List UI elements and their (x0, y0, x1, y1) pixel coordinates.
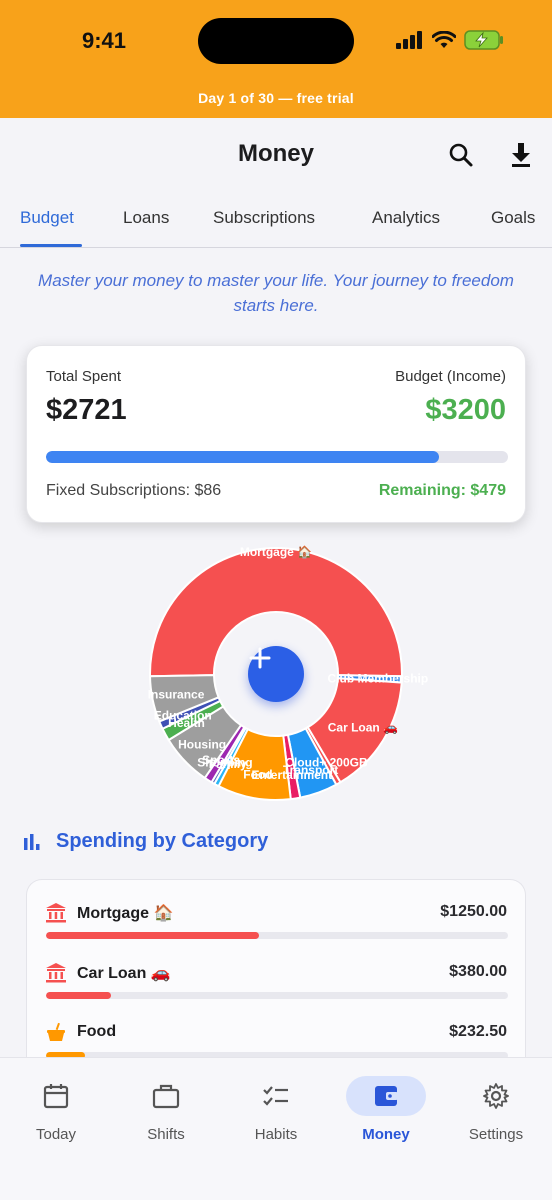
status-bar: 9:41 Day 1 of 30 — free trial (0, 0, 552, 118)
donut-slice-label: Insurance (148, 687, 205, 701)
nav-shifts[interactable]: Shifts (116, 1076, 216, 1143)
wifi-icon (432, 31, 456, 48)
bottom-navigation: Today Shifts Habits Money Settings (0, 1057, 552, 1200)
donut-slice-label: Sports (202, 753, 240, 767)
category-name: Food (77, 1023, 117, 1040)
category-name: Car Loan 🚗 (77, 965, 171, 982)
category-bar-track (46, 992, 508, 999)
section-title: Spending by Category (56, 830, 269, 852)
spending-donut: Mortgage 🏠 Club Membership Car Loan 🚗 Cloud… (0, 540, 552, 830)
checklist-icon (236, 1076, 316, 1116)
tagline: Master your money to master your life. Y… (38, 271, 514, 315)
nav-label: Money (362, 1126, 410, 1143)
tab-subscriptions[interactable]: Subscriptions (213, 208, 315, 228)
total-spent-label: Total Spent (46, 368, 122, 385)
category-row[interactable]: Mortgage 🏠 $1250.00 (27, 880, 525, 940)
tab-loans[interactable]: Loans (123, 208, 169, 228)
search-icon[interactable] (446, 140, 476, 170)
nav-money[interactable]: Money (336, 1076, 436, 1143)
signal-icon (396, 31, 422, 49)
download-icon[interactable] (506, 140, 536, 170)
category-amount: $232.50 (449, 1023, 507, 1040)
active-tab-indicator (20, 244, 82, 247)
nav-settings[interactable]: Settings (446, 1076, 546, 1143)
trial-banner: Day 1 of 30 — free trial (198, 90, 354, 106)
donut-slice-label: Housing (178, 737, 226, 751)
nav-today[interactable]: Today (6, 1076, 106, 1143)
status-time: 9:41 (82, 28, 127, 53)
nav-label: Shifts (147, 1126, 185, 1143)
category-row[interactable]: Food $232.50 (27, 1000, 525, 1057)
bank-icon (46, 903, 66, 923)
fixed-subscriptions-text: Fixed Subscriptions: $86 (46, 482, 222, 499)
app-header: Money (0, 118, 552, 194)
category-amount: $1250.00 (440, 903, 507, 920)
donut-slice-label: Education (154, 708, 212, 722)
category-name: Mortgage 🏠 (77, 905, 174, 922)
tab-bar: Budget Loans Subscriptions Analytics Goa… (0, 194, 552, 248)
food-icon (47, 1022, 65, 1041)
calendar-icon (16, 1076, 96, 1116)
nav-label: Settings (468, 1126, 524, 1143)
status-icons (396, 30, 504, 50)
gear-icon (456, 1076, 536, 1116)
add-expense-button[interactable] (248, 646, 304, 702)
nav-label: Habits (254, 1126, 298, 1143)
spending-by-category-header: Spending by Category (22, 830, 268, 853)
bank-icon (46, 963, 66, 983)
category-amount: $380.00 (449, 963, 507, 980)
nav-habits[interactable]: Habits (226, 1076, 326, 1143)
spent-progress-track (46, 451, 508, 463)
tab-goals[interactable]: Goals (491, 208, 535, 228)
budget-value: $3200 (425, 394, 506, 426)
tab-budget[interactable]: Budget (20, 208, 74, 228)
dynamic-island (198, 18, 354, 64)
category-list: Mortgage 🏠 $1250.00 Car Loan 🚗 $380.00 F… (26, 879, 526, 1057)
category-bar-fill (46, 992, 111, 999)
category-bar-fill (46, 932, 259, 939)
wallet-icon (346, 1076, 426, 1116)
donut-slice-label: Food (243, 767, 272, 781)
total-spent-value: $2721 (46, 394, 127, 426)
category-row[interactable]: Car Loan 🚗 $380.00 (27, 940, 525, 1000)
donut-slice-label: Mortgage 🏠 (240, 545, 312, 559)
briefcase-icon (126, 1076, 206, 1116)
plus-icon (249, 647, 271, 669)
budget-label: Budget (Income) (395, 368, 506, 385)
bar-chart-icon (24, 833, 40, 850)
donut-slice-label: Club Membership (328, 671, 429, 685)
battery-icon (464, 30, 503, 50)
donut-slice-label: Car Loan 🚗 (328, 720, 398, 734)
nav-label: Today (35, 1126, 77, 1143)
spent-progress-fill (46, 451, 439, 463)
budget-summary-card: Total Spent Budget (Income) $2721 $3200 … (26, 345, 526, 523)
category-bar-track (46, 932, 508, 939)
remaining-text: Remaining: $479 (378, 482, 506, 499)
tab-analytics[interactable]: Analytics (372, 208, 440, 228)
